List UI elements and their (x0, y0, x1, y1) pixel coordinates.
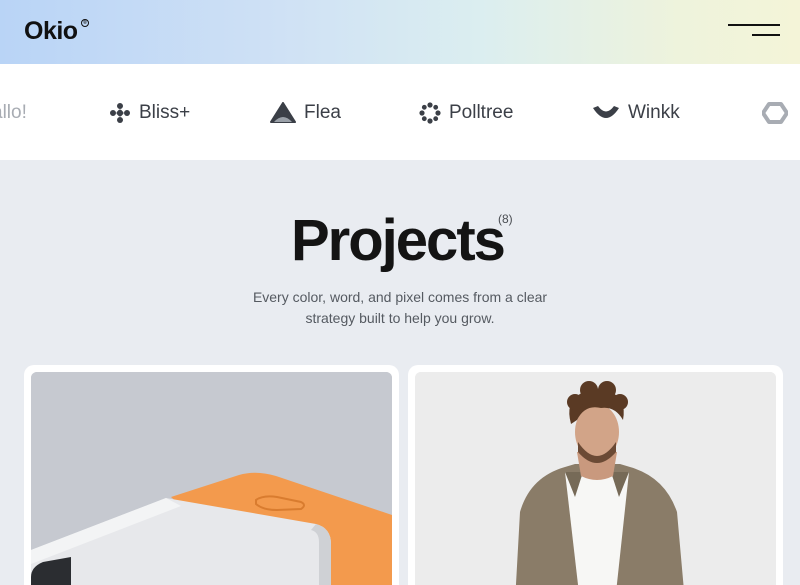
registered-mark: ® (81, 19, 89, 27)
brand-name: Flea (304, 102, 341, 123)
project-card-1[interactable] (24, 365, 399, 585)
speaker-device-illustration (31, 372, 392, 585)
brand-name: allo! (0, 102, 27, 123)
man-portrait-illustration (415, 372, 776, 585)
projects-heading: Projects (291, 208, 506, 273)
brand-allo: allo! (0, 100, 27, 126)
okio-logo[interactable]: Okio (24, 17, 78, 46)
site-header: Okio ® (0, 0, 800, 64)
menu-button[interactable] (726, 20, 782, 42)
hamburger-menu-icon-line (752, 34, 780, 36)
brand-bliss: Bliss+ (109, 100, 190, 126)
brand-hexagon (762, 100, 796, 126)
polltree-logo-icon (419, 102, 441, 124)
brand-polltree: Polltree (419, 100, 513, 126)
winkk-logo-icon (593, 106, 619, 118)
project-card-2[interactable] (408, 365, 783, 585)
projects-count: (8) (498, 212, 513, 226)
brand-name: Winkk (628, 102, 680, 123)
brand-flea: Flea (270, 100, 341, 126)
client-logo-strip: allo! Bliss+ Flea (0, 64, 800, 160)
project-image-device (31, 372, 392, 585)
flea-logo-icon (270, 102, 296, 123)
bliss-logo-icon (110, 103, 130, 123)
projects-subtitle: Every color, word, and pixel comes from … (252, 289, 548, 326)
hamburger-menu-icon (728, 24, 780, 26)
brand-name: Polltree (449, 102, 514, 123)
brand-name: Bliss+ (139, 102, 191, 123)
brand-winkk: Winkk (592, 100, 680, 126)
hexagon-logo-icon (762, 102, 788, 124)
project-image-portrait (415, 372, 776, 585)
